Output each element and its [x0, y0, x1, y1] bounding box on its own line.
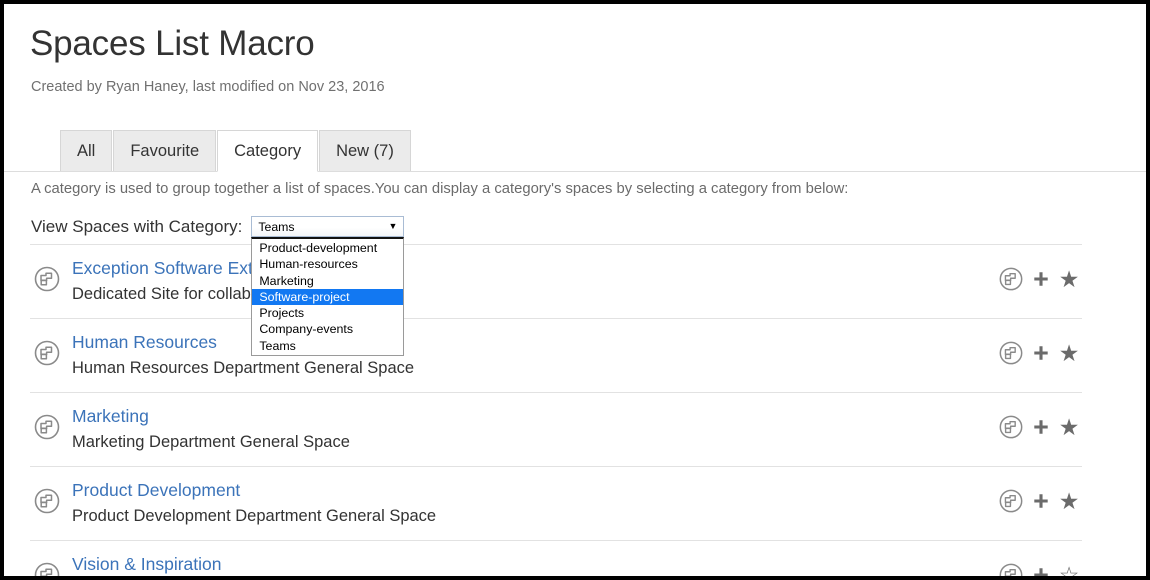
plus-icon[interactable] — [1031, 491, 1051, 511]
space-actions: ★ — [998, 414, 1082, 440]
plus-icon[interactable] — [1031, 417, 1051, 437]
space-description: Marketing Department General Space — [72, 429, 998, 456]
tab-list: All Favourite Category New (7) — [60, 130, 412, 172]
tab-label: All — [77, 142, 95, 161]
space-description: Product Development Department General S… — [72, 503, 998, 530]
space-name-link[interactable]: Human Resources — [72, 330, 998, 355]
category-selector-label: View Spaces with Category: — [31, 217, 242, 237]
tab-strip: All Favourite Category New (7) — [4, 129, 1146, 172]
space-globe-icon — [33, 487, 63, 520]
category-option-company-events[interactable]: Company-events — [252, 321, 403, 337]
space-globe-icon[interactable] — [998, 488, 1024, 514]
space-actions: ★ — [998, 488, 1082, 514]
space-description: Human Resources Department General Space — [72, 355, 998, 382]
plus-icon[interactable] — [1031, 343, 1051, 363]
category-option-product-development[interactable]: Product-development — [252, 240, 403, 256]
plus-icon[interactable] — [1031, 565, 1051, 580]
category-select-wrapper: Teams ▼ Product-developmentHuman-resourc… — [251, 216, 404, 237]
space-globe-icon — [33, 265, 63, 298]
category-selector-row: View Spaces with Category: Teams ▼ Produ… — [31, 216, 404, 237]
star-filled-icon[interactable]: ★ — [1058, 342, 1080, 364]
tab-label: Category — [234, 142, 301, 161]
space-actions: ☆ — [998, 562, 1082, 580]
chevron-down-icon: ▼ — [388, 222, 399, 231]
space-globe-icon — [33, 339, 63, 372]
screenshot-frame: Spaces List Macro Created by Ryan Haney,… — [0, 0, 1150, 580]
space-name-link[interactable]: Exception Software Exte — [72, 256, 998, 281]
space-row: Exception Software ExteDedicated Site fo… — [30, 244, 1082, 318]
space-description: Dedicated Site for collab ally facing co… — [72, 281, 998, 308]
space-row: MarketingMarketing Department General Sp… — [30, 392, 1082, 466]
space-name-link[interactable]: Vision & Inspiration — [72, 552, 998, 577]
category-description: A category is used to group together a l… — [31, 179, 848, 199]
space-globe-icon[interactable] — [998, 340, 1024, 366]
tab-category[interactable]: Category — [217, 130, 318, 172]
spaces-list: Exception Software ExteDedicated Site fo… — [30, 244, 1082, 580]
star-outline-icon[interactable]: ☆ — [1058, 564, 1080, 580]
space-text: Vision & Inspiration — [63, 552, 998, 577]
page-byline: Created by Ryan Haney, last modified on … — [31, 77, 385, 97]
space-row: Vision & Inspiration ☆ — [30, 540, 1082, 580]
category-option-human-resources[interactable]: Human-resources — [252, 256, 403, 272]
tab-underline — [4, 171, 1146, 172]
tab-all[interactable]: All — [60, 130, 112, 172]
space-globe-icon[interactable] — [998, 414, 1024, 440]
category-option-projects[interactable]: Projects — [252, 305, 403, 321]
space-text: Product DevelopmentProduct Development D… — [63, 478, 998, 530]
category-select-options: Product-developmentHuman-resourcesMarket… — [251, 237, 404, 356]
plus-icon[interactable] — [1031, 269, 1051, 289]
space-globe-icon — [33, 561, 63, 580]
space-row: Human ResourcesHuman Resources Departmen… — [30, 318, 1082, 392]
space-name-link[interactable]: Marketing — [72, 404, 998, 429]
category-option-software-project[interactable]: Software-project — [252, 289, 403, 305]
space-actions: ★ — [998, 340, 1082, 366]
star-filled-icon[interactable]: ★ — [1058, 416, 1080, 438]
category-option-marketing[interactable]: Marketing — [252, 273, 403, 289]
tab-favourite[interactable]: Favourite — [113, 130, 216, 172]
tab-label: Favourite — [130, 142, 199, 161]
space-actions: ★ — [998, 266, 1082, 292]
space-globe-icon — [33, 413, 63, 446]
category-select[interactable]: Teams ▼ — [251, 216, 404, 237]
space-text: MarketingMarketing Department General Sp… — [63, 404, 998, 456]
page-content: Spaces List Macro Created by Ryan Haney,… — [4, 4, 1146, 576]
page-title: Spaces List Macro — [30, 22, 315, 66]
category-option-teams[interactable]: Teams — [252, 338, 403, 354]
space-text: Human ResourcesHuman Resources Departmen… — [63, 330, 998, 382]
star-filled-icon[interactable]: ★ — [1058, 268, 1080, 290]
space-row: Product DevelopmentProduct Development D… — [30, 466, 1082, 540]
star-filled-icon[interactable]: ★ — [1058, 490, 1080, 512]
space-text: Exception Software ExteDedicated Site fo… — [63, 256, 998, 308]
category-select-value: Teams — [258, 220, 388, 234]
space-globe-icon[interactable] — [998, 266, 1024, 292]
space-globe-icon[interactable] — [998, 562, 1024, 580]
tab-label: New (7) — [336, 142, 394, 161]
space-name-link[interactable]: Product Development — [72, 478, 998, 503]
tab-new-7[interactable]: New (7) — [319, 130, 411, 172]
